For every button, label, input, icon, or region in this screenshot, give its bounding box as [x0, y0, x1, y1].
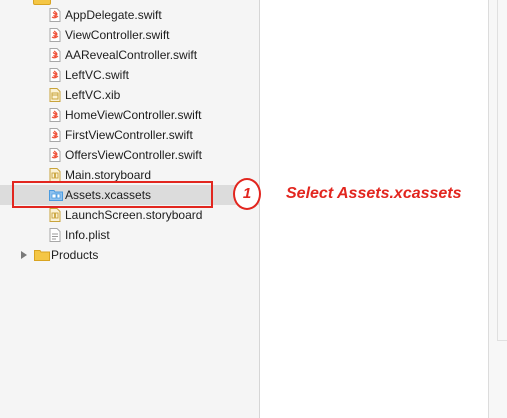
file-label: OffersViewController.swift: [65, 148, 202, 162]
swift-file-icon: [49, 128, 61, 142]
file-row-leftvc-swift[interactable]: LeftVC.swift: [0, 65, 259, 85]
swift-file-icon: [49, 148, 61, 162]
file-label: FirstViewController.swift: [65, 128, 193, 142]
group-row-products[interactable]: Products: [0, 245, 259, 265]
folder-icon: [34, 250, 50, 261]
swift-file-icon: [49, 28, 61, 42]
inspector-inner-panel: [497, 0, 507, 341]
swift-file-icon: [49, 68, 61, 82]
storyboard-file-icon: [49, 168, 61, 182]
swift-file-icon: [49, 48, 61, 62]
file-label: AppDelegate.swift: [65, 8, 162, 22]
file-row-leftvc-xib[interactable]: LeftVC.xib: [0, 85, 259, 105]
file-label: HomeViewController.swift: [65, 108, 202, 122]
file-label: LeftVC.swift: [65, 68, 130, 82]
swift-file-icon: [49, 108, 61, 122]
file-row-info-plist[interactable]: Info.plist: [0, 225, 259, 245]
file-row-viewcontroller[interactable]: ViewController.swift: [0, 25, 259, 45]
file-row-appdelegate[interactable]: AppDelegate.swift: [0, 5, 259, 25]
file-row-homeviewcontroller[interactable]: HomeViewController.swift: [0, 105, 259, 125]
editor-area: [260, 0, 488, 418]
file-label: LeftVC.xib: [65, 88, 121, 102]
disclosure-triangle-icon[interactable]: [21, 251, 27, 259]
file-label: LaunchScreen.storyboard: [65, 208, 203, 222]
step-number-badge: 1: [233, 178, 261, 210]
xib-file-icon: [49, 88, 61, 102]
highlight-box: [12, 181, 213, 208]
file-label: Info.plist: [65, 228, 110, 242]
inspector-edge: [488, 0, 507, 418]
file-row-offersviewcontroller[interactable]: OffersViewController.swift: [0, 145, 259, 165]
group-label: Products: [51, 248, 99, 262]
file-label: ViewController.swift: [65, 28, 170, 42]
file-row-aarevealcontroller[interactable]: AARevealController.swift: [0, 45, 259, 65]
plist-file-icon: [49, 228, 61, 242]
file-row-launchscreen-storyboard[interactable]: LaunchScreen.storyboard: [0, 205, 259, 225]
file-label: AARevealController.swift: [65, 48, 198, 62]
storyboard-file-icon: [49, 208, 61, 222]
project-navigator: AppDelegate.swift ViewController.swift A…: [0, 0, 260, 418]
swift-file-icon: [49, 8, 61, 22]
instruction-text: Select Assets.xcassets: [286, 185, 462, 202]
file-row-firstviewcontroller[interactable]: FirstViewController.swift: [0, 125, 259, 145]
